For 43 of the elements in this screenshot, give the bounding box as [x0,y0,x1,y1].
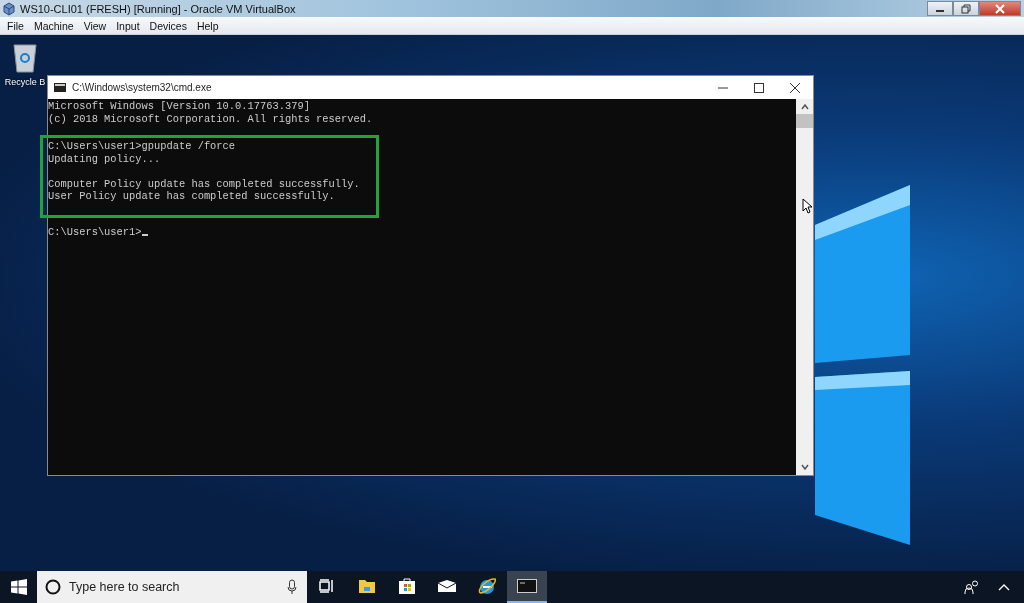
windows-icon [10,579,27,595]
window-title: WS10-CLI01 (FRESH) [Running] - Oracle VM VirtualBox [20,2,296,15]
console-line: Updating policy... [48,152,162,165]
caret-up-icon [800,104,809,110]
menu-item[interactable]: File [2,19,29,32]
taskbar-app[interactable] [507,571,547,603]
console-line: C:\Users\user1>gpupdate /force [48,140,237,153]
desktop-shortcut[interactable]: Recycle B [4,41,46,87]
caret-down-icon [800,464,809,470]
maximize-icon [754,82,764,93]
microphone-icon [287,579,297,595]
shopping-bag-icon [398,577,416,595]
restore-icon [961,3,971,14]
menu-item[interactable]: Machine [28,19,79,32]
menu-item[interactable]: Help [191,19,224,32]
caret-up-icon [998,583,1010,591]
close-icon [995,3,1005,14]
close-icon [790,82,800,93]
menu-item[interactable]: Devices [144,19,192,32]
terminal-icon [517,579,537,593]
menu-item[interactable]: Input [111,19,145,32]
minimize-button[interactable] [927,1,953,16]
e-logo-icon [477,576,497,596]
text-cursor [141,234,148,236]
window-title: C:\Windows\system32\cmd.exe [72,82,212,93]
console-line: (c) 2018 Microsoft Corporation. All rights reserved. [48,112,374,125]
search-field[interactable]: Type here to search [37,571,307,603]
scrollbar[interactable] [796,99,813,475]
cube-icon [2,1,16,16]
console-line: Computer Policy update has completed successfully. [48,177,361,190]
restore-button[interactable] [953,1,979,16]
circle-icon [45,579,61,595]
task-view-icon [319,579,335,593]
recycle-bin-icon [11,41,39,73]
envelope-icon [437,579,457,593]
terminal-icon [54,83,66,92]
scrollbar-thumb[interactable] [796,114,813,128]
console-line: User Policy update has completed successfully. [48,190,336,203]
menu-item[interactable]: View [78,19,112,32]
folder-icon [358,578,376,594]
console-prompt: C:\Users\user1> [48,225,142,238]
console-line: Microsoft Windows [Version 10.0.17763.379] [48,100,311,113]
people-icon [964,580,980,594]
